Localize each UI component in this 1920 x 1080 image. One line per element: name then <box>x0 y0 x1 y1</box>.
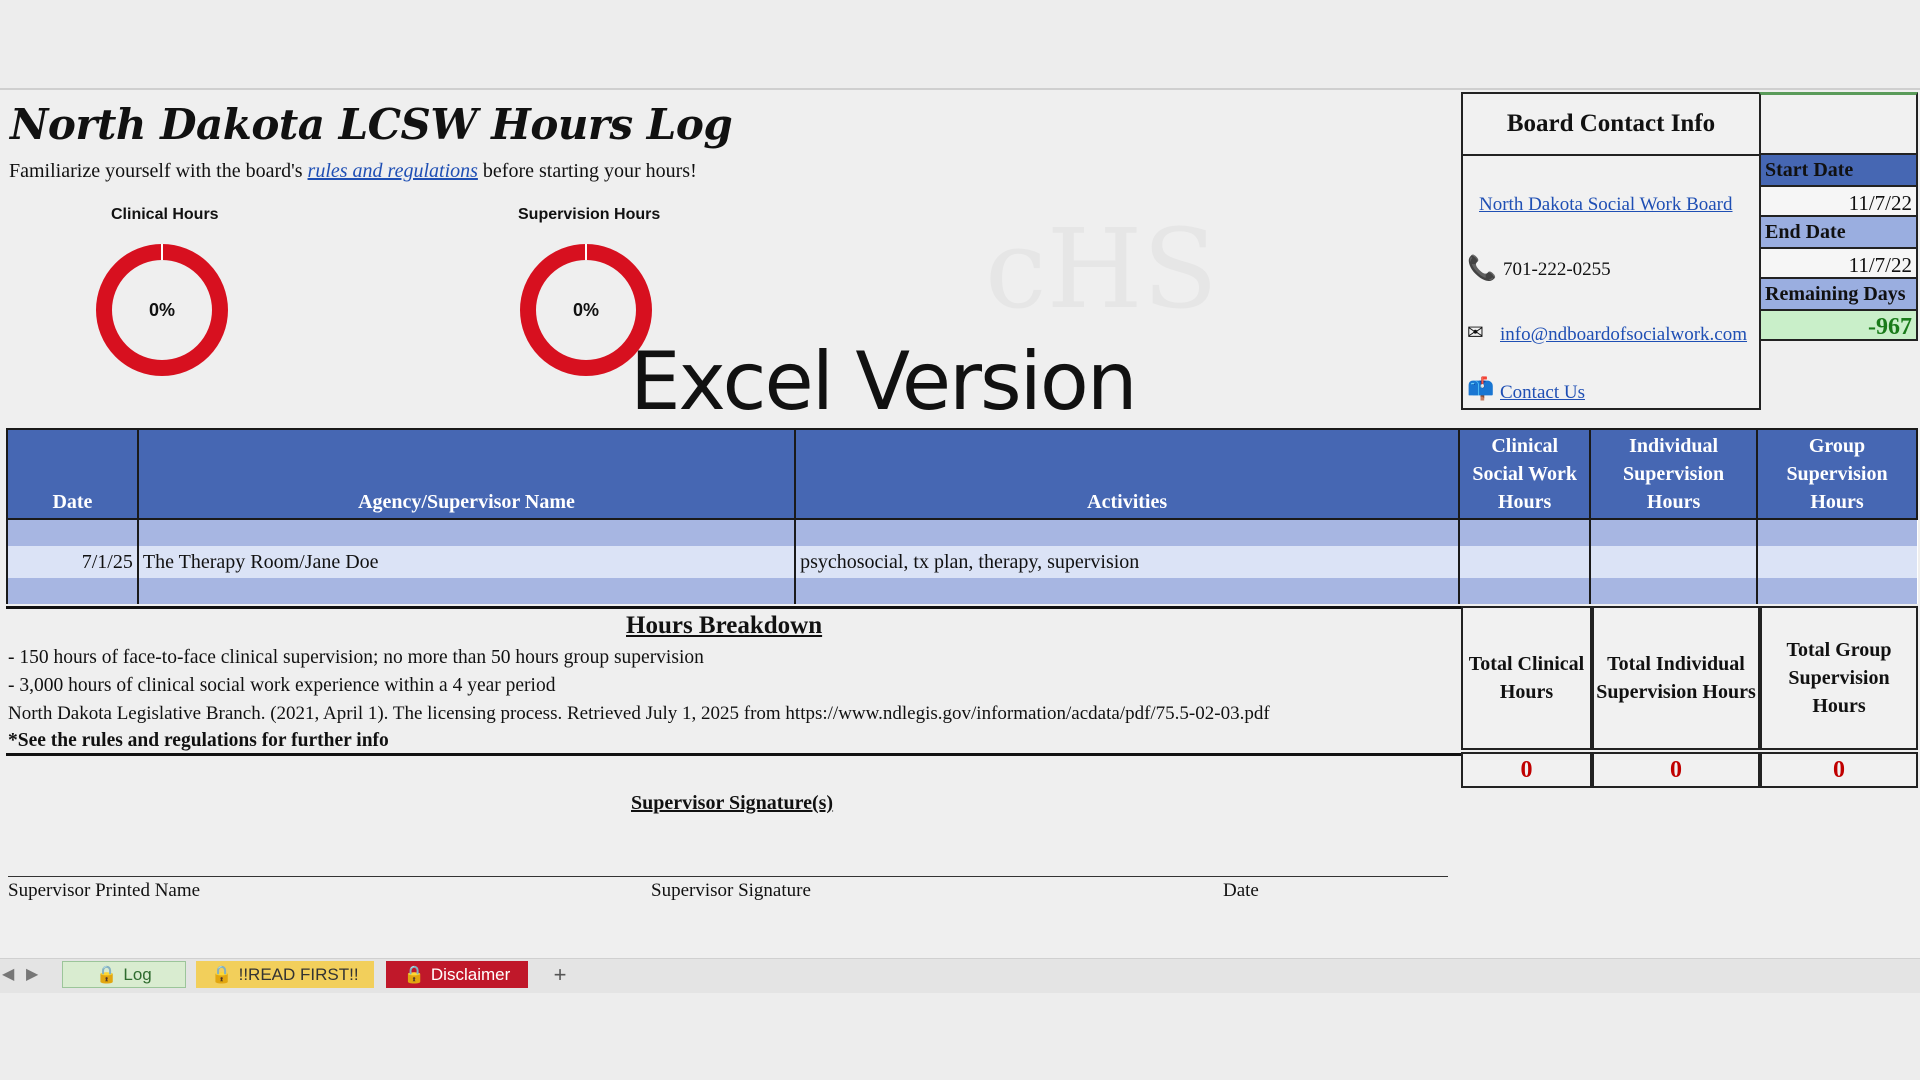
table-row: 7/1/25 The Therapy Room/Jane Doe psychos… <box>6 546 1918 578</box>
cell-date[interactable] <box>6 578 139 604</box>
table-row <box>6 578 1918 604</box>
breakdown-title: Hours Breakdown <box>626 612 823 639</box>
total-group-label: Total Group Supervision Hours <box>1760 606 1918 750</box>
excel-version-overlay: Excel Version <box>630 335 1138 428</box>
lock-icon: 🔒 <box>96 964 118 984</box>
cell-group[interactable] <box>1756 546 1918 578</box>
cell-clinical[interactable] <box>1458 519 1591 546</box>
add-sheet-button[interactable]: + <box>546 961 574 988</box>
rules-link[interactable]: rules and regulations <box>308 160 478 182</box>
email-icon: ✉ <box>1467 322 1484 344</box>
cell-individual[interactable] <box>1589 519 1758 546</box>
total-clinical-value: 0 <box>1461 752 1592 788</box>
window-bottom-area <box>0 993 1920 1080</box>
hours-breakdown: Hours Breakdown - 150 hours of face-to-f… <box>6 606 1461 756</box>
cell-clinical[interactable] <box>1458 546 1591 578</box>
signature-line[interactable] <box>8 876 1448 877</box>
cell-individual[interactable] <box>1589 578 1758 604</box>
board-phone: 701-222-0255 <box>1503 259 1611 280</box>
scroll-left-icon[interactable]: ◀ <box>2 964 14 984</box>
board-email-link[interactable]: info@ndboardofsocialwork.com <box>1500 324 1747 346</box>
scroll-right-icon[interactable]: ▶ <box>26 964 38 984</box>
mailbox-icon: 📫 <box>1467 376 1495 401</box>
column-header-clinical-hours[interactable]: Clinical Social Work Hours <box>1458 428 1592 520</box>
column-header-agency[interactable]: Agency/Supervisor Name <box>136 428 797 520</box>
column-header-date[interactable]: Date <box>6 428 139 520</box>
cell-activities[interactable]: psychosocial, tx plan, therapy, supervis… <box>794 546 1460 578</box>
hours-log-table: Date Agency/Supervisor Name Activities C… <box>6 428 1918 604</box>
cell-date[interactable]: 7/1/25 <box>6 546 139 578</box>
printed-name-label: Supervisor Printed Name <box>8 880 201 901</box>
table-row <box>6 519 1918 546</box>
page-subtitle: Familiarize yourself with the board's ru… <box>9 160 697 182</box>
breakdown-note: *See the rules and regulations for furth… <box>8 730 389 751</box>
board-website-link[interactable]: North Dakota Social Work Board <box>1479 194 1733 216</box>
breakdown-citation: North Dakota Legislative Branch. (2021, … <box>8 703 1270 724</box>
total-individual-label: Total Individual Supervision Hours <box>1592 606 1760 750</box>
lock-icon: 🔒 <box>211 964 233 984</box>
phone-icon: 📞 <box>1467 256 1497 282</box>
clinical-gauge-percent: 0% <box>148 300 175 320</box>
supervision-gauge-title: Supervision Hours <box>518 206 661 223</box>
date-label: Date <box>1223 880 1259 901</box>
cell-individual[interactable] <box>1589 546 1758 578</box>
board-contact-panel: Board Contact Info North Dakota Social W… <box>1461 92 1761 410</box>
faded-logo: cHS <box>985 205 1218 333</box>
cell-date[interactable] <box>6 519 139 546</box>
cell-group[interactable] <box>1756 578 1918 604</box>
breakdown-line: - 3,000 hours of clinical social work ex… <box>8 675 556 696</box>
end-date-value[interactable]: 11/7/22 <box>1759 247 1918 279</box>
supervision-gauge-percent: 0% <box>572 300 599 320</box>
cell-agency[interactable] <box>136 578 796 604</box>
clinical-gauge-title: Clinical Hours <box>111 206 219 223</box>
signature-title: Supervisor Signature(s) <box>631 792 834 814</box>
date-tracker: Start Date 11/7/22 End Date 11/7/22 Rema… <box>1759 92 1918 341</box>
signature-label: Supervisor Signature <box>651 880 811 901</box>
column-header-activities[interactable]: Activities <box>794 428 1461 520</box>
cell-agency[interactable] <box>136 519 796 546</box>
column-header-individual-hours[interactable]: Individual Supervision Hours <box>1589 428 1759 520</box>
contact-heading: Board Contact Info <box>1463 94 1759 156</box>
cell-clinical[interactable] <box>1458 578 1591 604</box>
end-date-label: End Date <box>1759 217 1918 247</box>
cell-activities[interactable] <box>794 519 1460 546</box>
tab-disclaimer[interactable]: 🔒 Disclaimer <box>386 961 528 988</box>
page-title: North Dakota LCSW Hours Log <box>10 100 733 149</box>
total-clinical-label: Total Clinical Hours <box>1461 606 1592 750</box>
contact-us-link[interactable]: Contact Us <box>1500 382 1585 404</box>
sheet-tab-bar: ◀ ▶ 🔒 Log 🔒 !!READ FIRST!! 🔒 Disclaimer + <box>0 958 1920 993</box>
column-header-group-hours[interactable]: Group Supervision Hours <box>1756 428 1918 520</box>
lock-icon: 🔒 <box>403 964 425 984</box>
cell-agency[interactable]: The Therapy Room/Jane Doe <box>136 546 796 578</box>
tab-read-first[interactable]: 🔒 !!READ FIRST!! <box>196 961 374 988</box>
cell-activities[interactable] <box>794 578 1460 604</box>
total-group-value: 0 <box>1760 752 1918 788</box>
date-header-blank <box>1759 92 1918 155</box>
tab-log[interactable]: 🔒 Log <box>62 961 186 988</box>
total-individual-value: 0 <box>1592 752 1760 788</box>
cell-group[interactable] <box>1756 519 1918 546</box>
start-date-label: Start Date <box>1759 155 1918 185</box>
breakdown-line: - 150 hours of face-to-face clinical sup… <box>8 647 704 668</box>
start-date-value[interactable]: 11/7/22 <box>1759 185 1918 217</box>
remaining-days-label: Remaining Days <box>1759 279 1918 309</box>
remaining-days-value: -967 <box>1759 309 1918 341</box>
